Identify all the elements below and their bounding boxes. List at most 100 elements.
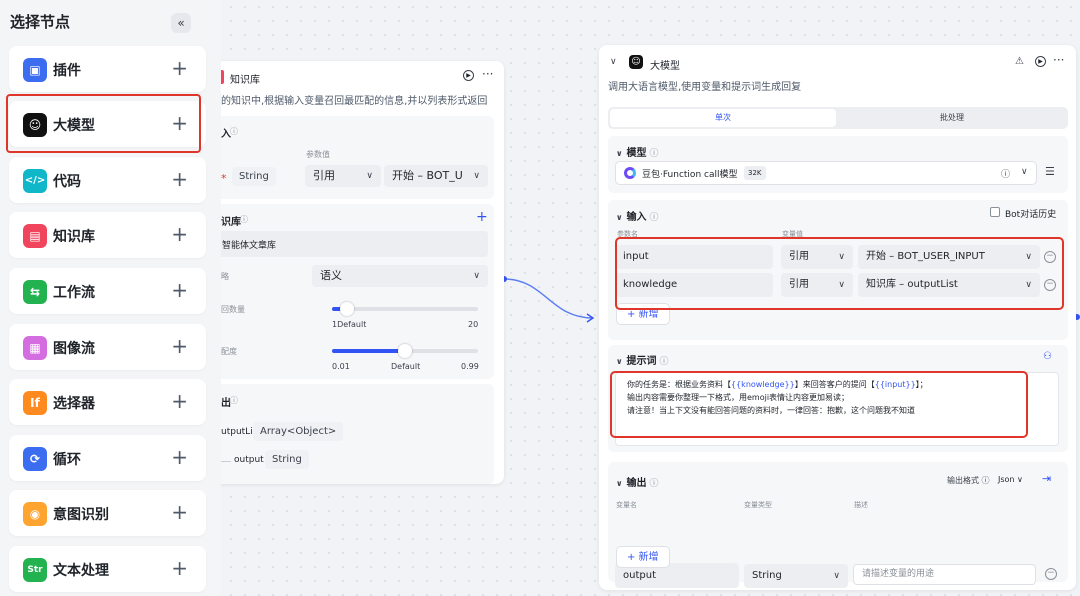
search-strategy-value: 语义 [320,269,342,282]
add-node-icon[interactable]: + [171,57,188,79]
output-name-value: output [623,570,656,581]
knowledge-node-description: 的知识中,根据输入变量召回最匹配的信息,并以列表形式返回 [221,96,488,107]
export-icon[interactable]: ⇥ [1042,472,1051,485]
add-kb-icon[interactable]: + [476,209,488,225]
knowledge-node-card[interactable]: 知识库 ▶ ··· 的知识中,根据输入变量召回最匹配的信息,并以列表形式返回 入… [208,61,504,484]
input-section-header[interactable]: ∨ 输入 ⓘ [616,208,659,223]
add-node-icon[interactable]: + [171,223,188,245]
remove-output-icon[interactable]: − [1045,568,1057,580]
add-node-icon[interactable]: + [171,557,188,579]
output-format-text: 输出格式 [947,476,979,485]
add-node-icon[interactable]: + [171,501,188,523]
info-icon: ⓘ [659,357,669,367]
tab-batch[interactable]: 批处理 [838,109,1066,127]
add-output-button[interactable]: + 新增 [616,546,670,568]
kb-item[interactable]: 智能体文章库 [218,231,488,257]
bot-history-checkbox[interactable] [990,207,1000,217]
prompt-variable-icon[interactable]: ⚇ [1043,351,1052,362]
chevron-down-icon: ∨ [616,357,623,366]
output-desc-placeholder: 请描述变量的用途 [862,569,935,579]
model-settings-icon[interactable]: ☰ [1045,165,1055,178]
knowledge-base-section: 识库 ⓘ + 智能体文章库 略 语义 ∨ 回数量 1Default 20 配度 0… [208,204,494,379]
sidebar-item-knowledge[interactable]: ▤ 知识库 + [9,212,206,258]
more-icon[interactable]: ··· [482,67,493,81]
bot-history-label: Bot对话历史 [1005,210,1057,220]
llm-node-card[interactable]: ∨ ☺ 大模型 ⚠ ▶ ··· 调用大语言模型,使用变量和提示词生成回复 单次 … [599,45,1076,590]
min-score-fill [332,349,405,353]
llm-node-title: 大模型 [650,61,680,72]
llm-node-description: 调用大语言模型,使用变量和提示词生成回复 [608,82,802,93]
sidebar-item-selector[interactable]: If 选择器 + [9,379,206,425]
chevron-down-icon: ∨ [1021,167,1028,177]
sidebar-item-workflow[interactable]: ⇆ 工作流 + [9,268,206,314]
debug-icon[interactable]: ⚠ [1015,56,1024,67]
text-process-icon: Str [23,558,47,582]
sidebar-item-text-process[interactable]: Str 文本处理 + [9,546,206,592]
model-select[interactable]: 豆包·Function call模型 32K ⓘ ∨ [615,161,1037,185]
more-icon[interactable]: ··· [1053,53,1064,67]
imageflow-icon: ▦ [23,336,47,360]
sidebar-item-code[interactable]: </> 代码 + [9,157,206,203]
kb-section-title: 识库 [221,217,241,228]
tab-single[interactable]: 单次 [610,109,836,127]
min-score-max: 0.99 [461,362,479,371]
ref-mode-label: 引用 [313,169,335,182]
add-node-icon[interactable]: + [171,335,188,357]
info-icon: ⓘ [649,213,659,223]
loop-icon: ⟳ [23,447,47,471]
model-section-header[interactable]: ∨ 模型 ⓘ [616,144,659,159]
ref-value-select[interactable]: 开始 – BOT_U ∨ [384,165,488,187]
llm-item-highlight [6,94,201,153]
prompt-section-header[interactable]: ∨ 提示词 ⓘ [616,352,669,367]
sidebar-item-plugin[interactable]: ▣ 插件 + [9,46,206,92]
output-type-value: String [752,570,782,581]
chevron-down-icon: ∨ [473,171,480,181]
add-node-icon[interactable]: + [171,446,188,468]
output-section-header[interactable]: ∨ 输出 ⓘ [616,474,659,489]
output-type-select[interactable]: String ∨ [744,564,848,588]
add-node-icon[interactable]: + [171,390,188,412]
recall-count-min: 1Default [332,320,366,329]
add-node-icon[interactable]: + [171,168,188,190]
min-score-handle[interactable] [398,344,412,358]
kb-item-label: 智能体文章库 [222,241,277,251]
knowledge-input-section: 入 ⓘ 参数值 * String 引用 ∨ 开始 – BOT_U ∨ [208,116,494,199]
sidebar-item-loop[interactable]: ⟳ 循环 + [9,435,206,481]
min-score-slider[interactable] [332,344,478,358]
sidebar-item-intent[interactable]: ◉ 意图识别 + [9,490,206,536]
output-section: ∨ 输出 ⓘ 输出格式 ⓘ Json ∨ ⇥ 变量名 变量类型 描述 output … [608,462,1068,588]
add-node-icon[interactable]: + [171,279,188,301]
collapse-chevron-icon[interactable]: ∨ [610,57,617,67]
output-section-title: 输出 [626,478,647,489]
run-icon[interactable]: ▶ [463,70,474,81]
ref-mode-select[interactable]: 引用 ∨ [305,165,381,187]
chevron-down-icon: ∨ [366,171,373,181]
collapse-sidebar-icon[interactable]: « [171,13,191,33]
knowledge-icon: ▤ [23,224,47,248]
recall-count-handle[interactable] [340,302,354,316]
recall-count-slider[interactable] [332,302,478,316]
input-section-title: 输入 [626,212,647,223]
chevron-down-icon: ∨ [833,571,840,581]
output-list-type: Array<Object> [253,422,344,441]
workflow-icon: ⇆ [23,280,47,304]
info-icon: ⓘ [649,149,659,159]
tree-connector [221,461,231,462]
chevron-down-icon: ∨ [473,271,480,281]
run-icon[interactable]: ▶ [1035,56,1046,67]
prompt-section-title: 提示词 [626,356,657,367]
output-desc-input[interactable]: 请描述变量的用途 [853,564,1036,585]
knowledge-node-title: 知识库 [230,75,260,86]
sidebar-item-label: 工作流 [53,285,95,301]
connection-line [501,276,595,323]
intent-icon: ◉ [23,502,47,526]
search-strategy-select[interactable]: 语义 ∨ [312,265,488,287]
model-badge: 32K [744,166,766,180]
min-score-default: Default [391,362,421,371]
output-format-select[interactable]: Json ∨ [998,475,1023,484]
min-score-label: 配度 [221,347,237,356]
model-section: ∨ 模型 ⓘ 豆包·Function call模型 32K ⓘ ∨ ☰ [608,136,1068,193]
chevron-down-icon: ∨ [616,149,623,158]
recall-count-label: 回数量 [221,305,245,314]
sidebar-item-imageflow[interactable]: ▦ 图像流 + [9,324,206,370]
